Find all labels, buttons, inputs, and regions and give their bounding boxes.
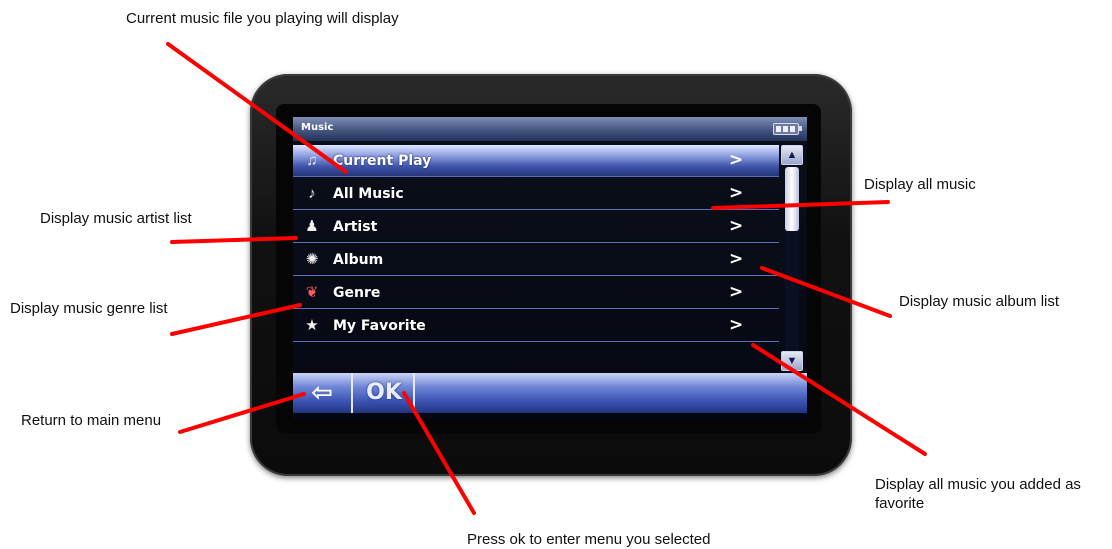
menu-item-label: Album: [333, 252, 384, 268]
chevron-right-icon: >: [729, 183, 744, 203]
menu-item-genre[interactable]: ❦ Genre >: [293, 277, 779, 309]
menu-item-label: All Music: [333, 186, 404, 202]
menu-item-artist[interactable]: ♟ Artist >: [293, 211, 779, 243]
chevron-right-icon: >: [729, 282, 744, 302]
genre-icon: ❦: [305, 284, 319, 301]
star-icon: ★: [305, 317, 319, 334]
back-button[interactable]: ⇦: [293, 373, 353, 413]
music-folder-icon: ♪: [308, 185, 316, 202]
artist-annotation: Display music artist list: [40, 210, 192, 227]
favorite-annotation: Display all music you added as favorite: [875, 476, 1081, 512]
chevron-right-icon: >: [729, 216, 744, 236]
bottom-toolbar: ⇦ OK: [293, 373, 807, 413]
menu-item-all-music[interactable]: ♪ All Music >: [293, 178, 779, 210]
menu-item-label: Artist: [333, 219, 378, 235]
all-music-annotation: Display all music: [864, 176, 976, 193]
chevron-right-icon: >: [729, 249, 744, 269]
scroll-up-button[interactable]: ▲: [781, 145, 803, 165]
back-arrow-icon: ⇦: [311, 377, 333, 407]
menu-item-label: My Favorite: [333, 318, 426, 334]
title-bar: Music: [293, 117, 807, 141]
menu-item-label: Genre: [333, 285, 381, 301]
battery-icon: [773, 123, 802, 135]
menu-item-current-play[interactable]: ♫ Current Play >: [293, 145, 779, 177]
menu-item-my-favorite[interactable]: ★ My Favorite >: [293, 310, 779, 342]
ok-button[interactable]: OK: [355, 373, 415, 413]
return-annotation: Return to main menu: [21, 412, 162, 429]
chevron-right-icon: >: [729, 150, 744, 170]
scroll-thumb[interactable]: [785, 167, 799, 231]
singer-icon: ♟: [305, 218, 319, 235]
album-annotation: Display music album list: [899, 293, 1060, 310]
album-icon: ✺: [305, 251, 319, 268]
disc-note-icon: ♫: [306, 152, 318, 169]
menu-item-album[interactable]: ✺ Album >: [293, 244, 779, 276]
current-play-annotation: Current music file you playing will disp…: [126, 10, 399, 27]
ok-annotation: Press ok to enter menu you selected: [467, 531, 711, 548]
chevron-right-icon: >: [729, 315, 744, 335]
screen-title: Music: [301, 122, 334, 133]
player-screen: Music ♫ Current Play > ♪ All Music > ♟ A…: [293, 117, 807, 419]
genre-annotation: Display music genre list: [10, 300, 168, 317]
menu-item-label: Current Play: [333, 153, 432, 169]
scrollbar[interactable]: ▲ ▼: [781, 145, 803, 373]
scroll-down-button[interactable]: ▼: [781, 351, 803, 371]
